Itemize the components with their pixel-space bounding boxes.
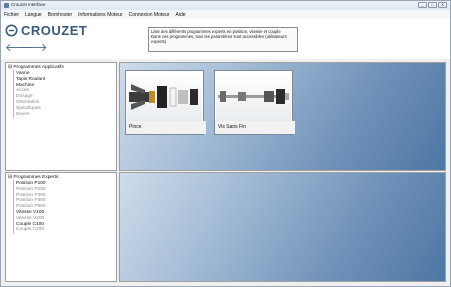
header: CROUZET 🡐 🡒 Liste des différents program…: [1, 19, 450, 59]
forward-arrow-icon[interactable]: 🡒: [18, 43, 48, 54]
gripper-icon: [127, 72, 202, 121]
logo-text: CROUZET: [21, 23, 88, 38]
tree-experts: ⊟ Programmes Experts Position P100 Positi…: [5, 172, 117, 282]
tree-item[interactable]: Vitesse V100: [16, 210, 46, 216]
tree-root-label: Programmes Applicatifs: [13, 65, 64, 70]
window-controls: _ □ ✕: [418, 2, 447, 8]
menu-bar: Fichier Langue Bornhoster Informations M…: [1, 10, 450, 19]
tree-item[interactable]: Divers: [16, 112, 45, 118]
menu-informations-moteur[interactable]: Informations Moteur: [75, 12, 125, 18]
tree-item[interactable]: Position P100: [16, 181, 46, 187]
tile-label: Vis Sans Fin: [215, 121, 295, 134]
tree-item[interactable]: Tapis Roulant: [16, 77, 45, 83]
crouzet-logo: CROUZET: [5, 23, 87, 38]
menu-langue[interactable]: Langue: [22, 12, 45, 18]
tree-root-label: Programmes Experts: [13, 175, 59, 180]
program-tiles-area-experts: [119, 172, 446, 282]
menu-fichier[interactable]: Fichier: [1, 12, 22, 18]
tile-pince[interactable]: Pince: [125, 70, 206, 135]
tree-item[interactable]: Spécifiques: [16, 106, 45, 112]
title-bar: Crouzet Interface _ □ ✕: [1, 1, 450, 10]
crouzet-logo-icon: [5, 24, 18, 37]
tree-connector: [13, 180, 14, 234]
maximize-button[interactable]: □: [428, 2, 437, 8]
tree-item[interactable]: Vitesse V200: [16, 216, 46, 222]
tree-applicatifs: ⊟ Programmes Applicatifs Vanne Tapis Roul…: [5, 62, 117, 171]
menu-aide[interactable]: Aide: [173, 12, 189, 18]
worm-screw-icon: [216, 72, 291, 121]
tree-list-experts: Position P100 Position P200 Position P300 P…: [16, 181, 46, 233]
tree-root-applicatifs[interactable]: ⊟ Programmes Applicatifs: [8, 65, 64, 70]
tree-connector: [13, 70, 14, 118]
minimize-button[interactable]: _: [418, 2, 427, 8]
app-window: Crouzet Interface _ □ ✕ Fichier Langue B…: [0, 0, 451, 287]
tree-list-applicatifs: Vanne Tapis Roulant Machine Accès Dosage Orie…: [16, 71, 45, 117]
window-title: Crouzet Interface: [11, 2, 46, 7]
tile-label: Pince: [126, 121, 206, 134]
tree-item[interactable]: Couple C200: [16, 227, 46, 233]
tree-root-experts[interactable]: ⊟ Programmes Experts: [8, 175, 58, 180]
tree-item[interactable]: Position P200: [16, 187, 46, 193]
app-icon: [4, 3, 9, 8]
tile-vis-sans-fin[interactable]: Vis Sans Fin: [214, 70, 295, 135]
menu-bornhoster[interactable]: Bornhoster: [45, 12, 75, 18]
info-line-2: Dans ces programmes, tous les paramètres…: [151, 34, 287, 44]
info-description-box: Liste des différents programmes experts …: [148, 27, 298, 52]
program-tiles-area: Pince Vis Sans Fin: [119, 62, 446, 171]
close-button[interactable]: ✕: [438, 2, 447, 8]
menu-connexion-moteur[interactable]: Connexion Moteur: [126, 12, 173, 18]
